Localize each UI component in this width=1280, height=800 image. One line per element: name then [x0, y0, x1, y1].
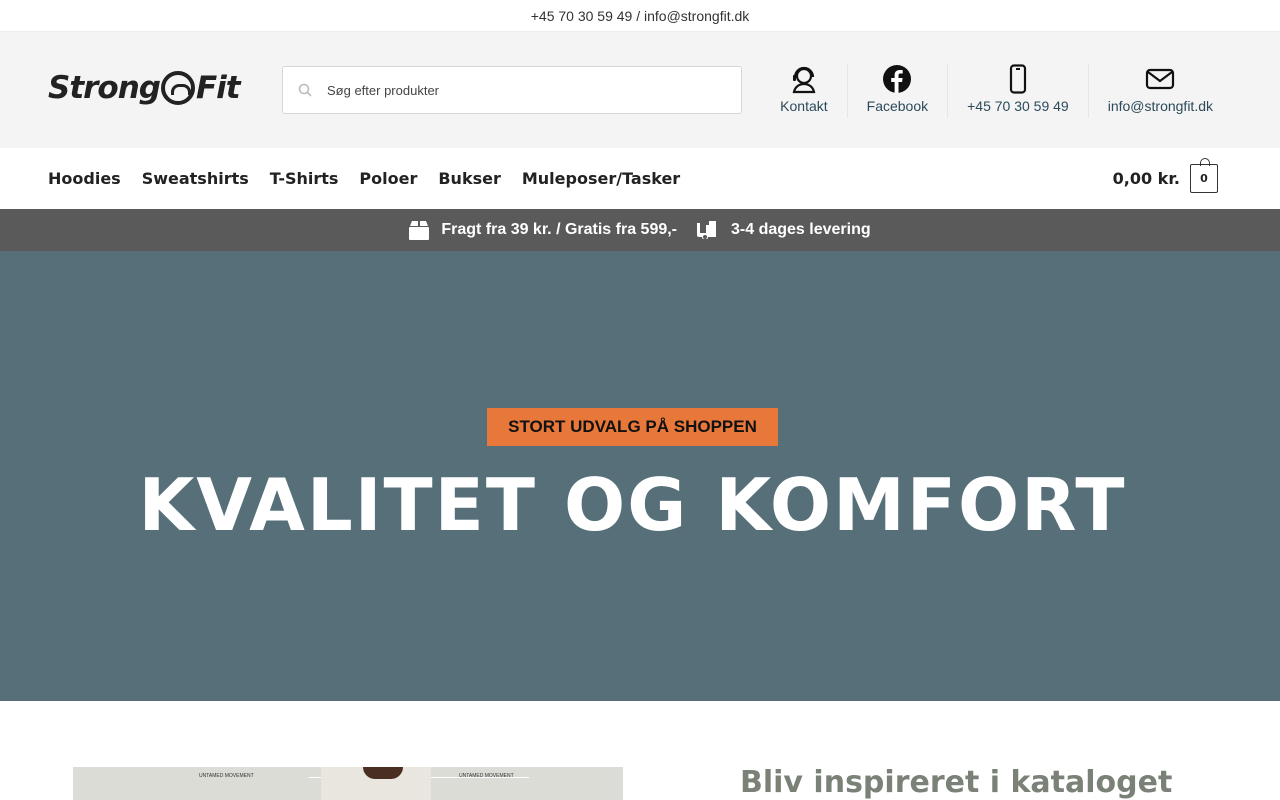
logo-bicep-icon — [161, 71, 195, 105]
nav-item-muleposer-tasker[interactable]: Muleposer/Tasker — [522, 169, 680, 188]
delivery-truck-icon — [697, 221, 717, 239]
phone-link[interactable]: +45 70 30 59 49 — [947, 64, 1088, 118]
facebook-link[interactable]: Facebook — [846, 64, 947, 118]
catalog-image-model-hair — [363, 767, 403, 779]
cart-total: 0,00 kr. — [1112, 169, 1180, 188]
site-header: Strong Fit Kontakt Facebook +45 70 30 59… — [0, 32, 1280, 148]
catalog-heading: Bliv inspireret i kataloget — [740, 765, 1173, 800]
nav-item-t-shirts[interactable]: T-Shirts — [270, 169, 339, 188]
header-contact-links: Kontakt Facebook +45 70 30 59 49 info@st… — [761, 64, 1232, 118]
cart-count: 0 — [1200, 172, 1208, 185]
cart-bag-icon: 0 — [1190, 158, 1218, 193]
logo-text-strong: Strong — [48, 70, 161, 106]
nav-item-hoodies[interactable]: Hoodies — [48, 169, 121, 188]
contact-link[interactable]: Kontakt — [761, 64, 846, 118]
main-navigation: Hoodies Sweatshirts T-Shirts Poloer Buks… — [0, 148, 1280, 209]
hero-title: KVALITET OG KOMFORT — [138, 463, 1127, 547]
delivery-time-info: 3-4 dages levering — [697, 221, 871, 239]
shipping-price-info: Fragt fra 39 kr. / Gratis fra 599,- — [409, 220, 678, 240]
catalog-image[interactable]: UNTAMED MOVEMENT UNTAMED MOVEMENT — [73, 767, 623, 800]
nav-item-sweatshirts[interactable]: Sweatshirts — [142, 169, 249, 188]
email-link[interactable]: info@strongfit.dk — [1087, 64, 1232, 118]
phone-icon — [1009, 64, 1027, 94]
envelope-icon — [1146, 68, 1175, 90]
shipping-price-text: Fragt fra 39 kr. / Gratis fra 599,- — [441, 221, 678, 238]
nav-item-bukser[interactable]: Bukser — [438, 169, 501, 188]
contact-link-label: Kontakt — [780, 98, 828, 114]
headset-icon — [792, 66, 816, 94]
nav-item-poloer[interactable]: Poloer — [359, 169, 417, 188]
catalog-image-tag: UNTAMED MOVEMENT — [459, 773, 514, 779]
cart-button[interactable]: 0,00 kr. 0 — [1112, 158, 1218, 193]
top-contact-link[interactable]: +45 70 30 59 49 / info@strongfit.dk — [531, 8, 750, 24]
catalog-section: UNTAMED MOVEMENT UNTAMED MOVEMENT Bliv i… — [0, 701, 1280, 800]
shop-badge-button[interactable]: STORT UDVALG PÅ SHOPPEN — [487, 408, 778, 446]
catalog-image-tag: UNTAMED MOVEMENT — [199, 773, 254, 779]
email-link-label: info@strongfit.dk — [1107, 98, 1213, 114]
product-search — [282, 66, 742, 114]
search-icon[interactable] — [283, 66, 327, 114]
phone-link-label: +45 70 30 59 49 — [967, 98, 1069, 114]
facebook-link-label: Facebook — [866, 98, 929, 114]
delivery-time-text: 3-4 dages levering — [731, 221, 871, 238]
page: +45 70 30 59 49 / info@strongfit.dk Stro… — [0, 0, 1280, 800]
logo-text-fit: Fit — [196, 70, 241, 106]
package-icon — [409, 220, 430, 240]
search-input[interactable] — [327, 82, 707, 98]
category-menu: Hoodies Sweatshirts T-Shirts Poloer Buks… — [48, 169, 701, 188]
hero-banner: STORT UDVALG PÅ SHOPPEN KVALITET OG KOMF… — [0, 251, 1280, 701]
shipping-info-bar: Fragt fra 39 kr. / Gratis fra 599,- 3-4 … — [0, 209, 1280, 251]
facebook-icon — [883, 65, 912, 93]
strongfit-logo[interactable]: Strong Fit — [48, 70, 241, 106]
top-contact-bar: +45 70 30 59 49 / info@strongfit.dk — [0, 0, 1280, 32]
